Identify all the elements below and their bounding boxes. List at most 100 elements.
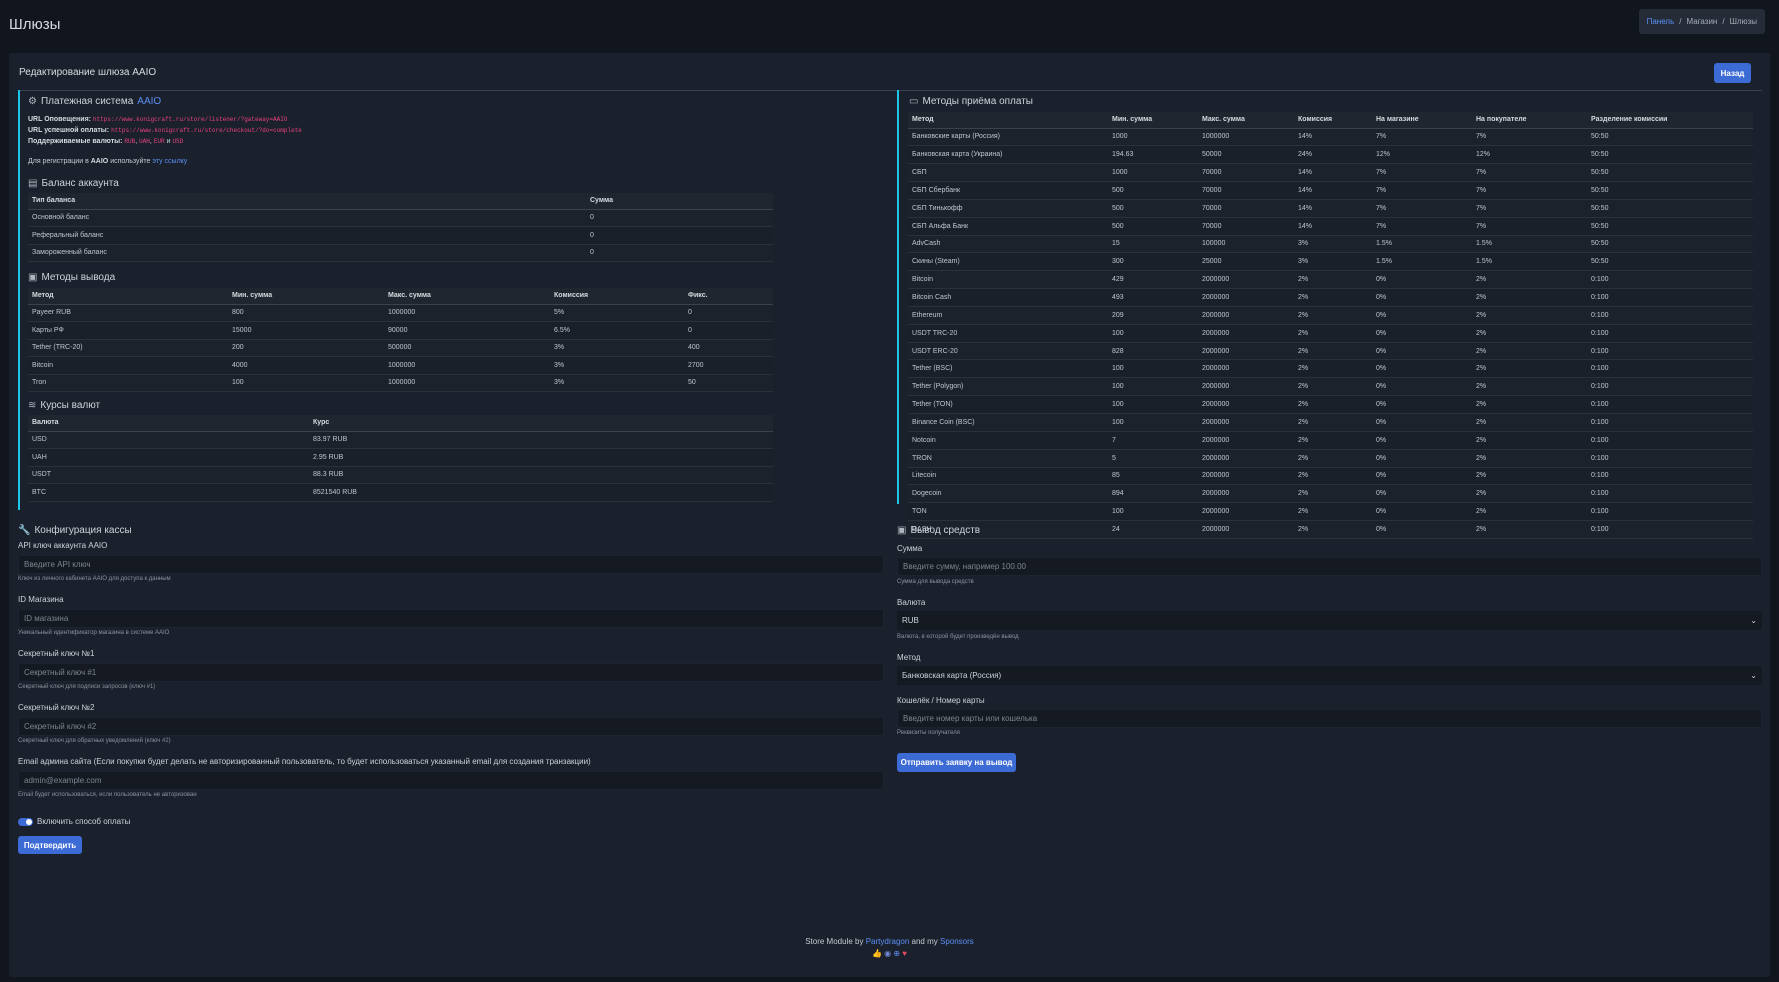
table-cell: 7% xyxy=(1372,128,1472,147)
author-link[interactable]: Partydragon xyxy=(866,937,910,946)
table-cell: TRON xyxy=(908,449,1108,468)
rates-title: ≋ Курсы валют xyxy=(28,400,101,411)
footer-icons: 👍 ◉ ⊕ ♥ xyxy=(9,949,1770,958)
breadcrumb-panel[interactable]: Панель xyxy=(1647,17,1675,26)
enable-payment-toggle[interactable] xyxy=(18,818,33,826)
table-cell: 0% xyxy=(1372,342,1472,361)
table-cell: 24 xyxy=(1108,520,1198,539)
discord-icon[interactable]: ◉ xyxy=(884,949,891,958)
table-cell: 300 xyxy=(1108,252,1198,272)
gateway-name[interactable]: AAIO xyxy=(137,96,161,107)
api-key-input[interactable] xyxy=(18,555,884,574)
shop-id-input[interactable] xyxy=(18,609,884,628)
table-cell: 7% xyxy=(1472,199,1587,218)
table-cell: 100 xyxy=(1108,377,1198,397)
table-cell: 828 xyxy=(1108,342,1198,361)
table-cell: 2% xyxy=(1294,520,1372,539)
table-row: Payeer RUB 800 1000000 5% 0 xyxy=(28,304,773,322)
table-cell: Банковская карта (Украина) xyxy=(908,145,1108,165)
withdraw-title: ▣ Вывод средств xyxy=(897,525,981,536)
config-submit-button[interactable]: Подтвердить xyxy=(18,836,82,854)
column-header: Сумма xyxy=(586,193,773,210)
table-cell: 2% xyxy=(1294,449,1372,468)
table-row: Ethereum 209 2000000 2% 0% 2% 0:100 xyxy=(908,306,1753,325)
table-cell: 0% xyxy=(1372,431,1472,450)
breadcrumb: Панель / Магазин / Шлюзы xyxy=(1638,9,1765,34)
table-cell: 2000000 xyxy=(1198,431,1294,450)
method-select[interactable]: Банковская карта (Россия) ⌄ xyxy=(897,666,1762,685)
secret-key-2-hint: Секретный ключ для обратных уведомлений … xyxy=(18,738,171,744)
enable-payment-label: Включить способ оплаты xyxy=(37,817,131,826)
table-cell: USDT TRC-20 xyxy=(908,324,1108,343)
amount-input[interactable] xyxy=(897,557,1762,576)
registration-note: Для регистрации в AAIO используйте эту с… xyxy=(28,158,188,165)
footer: Store Module by Partydragon and my Spons… xyxy=(805,937,974,946)
table-cell: 0% xyxy=(1372,306,1472,325)
table-cell: 2% xyxy=(1294,431,1372,450)
heart-icon[interactable]: ♥ xyxy=(902,949,907,958)
table-cell: Bitcoin xyxy=(908,270,1108,290)
withdraw-submit-button[interactable]: Отправить заявку на вывод xyxy=(897,753,1016,772)
table-cell: 0:100 xyxy=(1587,288,1753,307)
table-cell: 0:100 xyxy=(1587,449,1753,468)
table-cell: 100 xyxy=(1108,413,1198,432)
table-cell: 0:100 xyxy=(1587,413,1753,432)
table-cell: 7% xyxy=(1372,199,1472,218)
table-cell: 1000 xyxy=(1108,163,1198,183)
registration-link[interactable]: эту ссылку xyxy=(152,158,187,165)
table-cell: 14% xyxy=(1294,128,1372,147)
rates-table: Валюта Курс USD 83.97 RUB UAH 2.95 RUB USD… xyxy=(28,415,773,502)
breadcrumb-store[interactable]: Магазин xyxy=(1686,17,1717,26)
table-cell: 7% xyxy=(1472,181,1587,200)
table-row: DASH 24 2000000 2% 0% 2% 0:100 xyxy=(908,520,1753,539)
table-cell: 7% xyxy=(1472,128,1587,147)
table-row: Tether (TRC-20) 200 500000 3% 400 xyxy=(28,339,773,357)
table-cell: 2% xyxy=(1294,395,1372,414)
money-icon: ▣ xyxy=(28,272,38,283)
secret-key-1-hint: Секретный ключ для подписи запросов (клю… xyxy=(18,684,156,690)
table-cell: 12% xyxy=(1372,145,1472,165)
currency-select[interactable]: RUB ⌄ xyxy=(897,611,1762,630)
table-cell: 2% xyxy=(1472,377,1587,397)
amount-label: Сумма xyxy=(897,544,923,553)
table-cell: 2% xyxy=(1294,342,1372,361)
column-header: Фикс. xyxy=(684,288,773,305)
table-cell: Скины (Steam) xyxy=(908,252,1108,272)
globe-icon[interactable]: ⊕ xyxy=(893,949,900,958)
table-cell: 0% xyxy=(1372,288,1472,307)
table-cell: 429 xyxy=(1108,270,1198,290)
table-cell: 70000 xyxy=(1198,181,1294,200)
table-row: Binance Coin (BSC) 100 2000000 2% 0% 2% 0:100 xyxy=(908,413,1753,432)
table-cell: 0:100 xyxy=(1587,359,1753,379)
table-cell: 12% xyxy=(1472,145,1587,165)
table-cell: 2% xyxy=(1472,449,1587,468)
table-cell: 7% xyxy=(1372,181,1472,200)
table-cell: 50:50 xyxy=(1587,199,1753,218)
chevron-down-icon: ⌄ xyxy=(1750,671,1757,680)
table-cell: 2% xyxy=(1472,467,1587,486)
table-cell: 500 xyxy=(1108,199,1198,218)
table-cell: 50:50 xyxy=(1587,252,1753,272)
back-button[interactable]: Назад xyxy=(1714,63,1751,83)
admin-email-input[interactable] xyxy=(18,771,884,790)
secret-key-2-input[interactable] xyxy=(18,717,884,736)
wallet-input[interactable] xyxy=(897,709,1762,728)
table-cell: 1.5% xyxy=(1372,235,1472,254)
table-row: Bitcoin 4000 1000000 3% 2700 xyxy=(28,356,773,375)
table-cell: 7% xyxy=(1472,163,1587,183)
table-cell: 0:100 xyxy=(1587,431,1753,450)
credit-card-icon: ▭ xyxy=(909,96,919,107)
api-key-hint: Ключ из личного кабинета AAIO для доступ… xyxy=(18,576,171,582)
thumbs-up-icon[interactable]: 👍 xyxy=(872,949,882,958)
table-cell: 0:100 xyxy=(1587,377,1753,397)
table-cell: 2% xyxy=(1472,413,1587,432)
secret-key-1-input[interactable] xyxy=(18,663,884,682)
column-header: Разделение комиссии xyxy=(1587,112,1753,129)
payment-methods-table: Метод Мин. сумма Макс. сумма Комиссия На маг… xyxy=(908,112,1753,539)
secret-key-1-label: Секретный ключ №1 xyxy=(18,649,95,658)
table-cell: 3% xyxy=(1294,252,1372,272)
sponsors-link[interactable]: Sponsors xyxy=(940,937,974,946)
table-cell: 2% xyxy=(1472,395,1587,414)
table-cell: 7% xyxy=(1472,217,1587,236)
table-cell: 0:100 xyxy=(1587,270,1753,290)
